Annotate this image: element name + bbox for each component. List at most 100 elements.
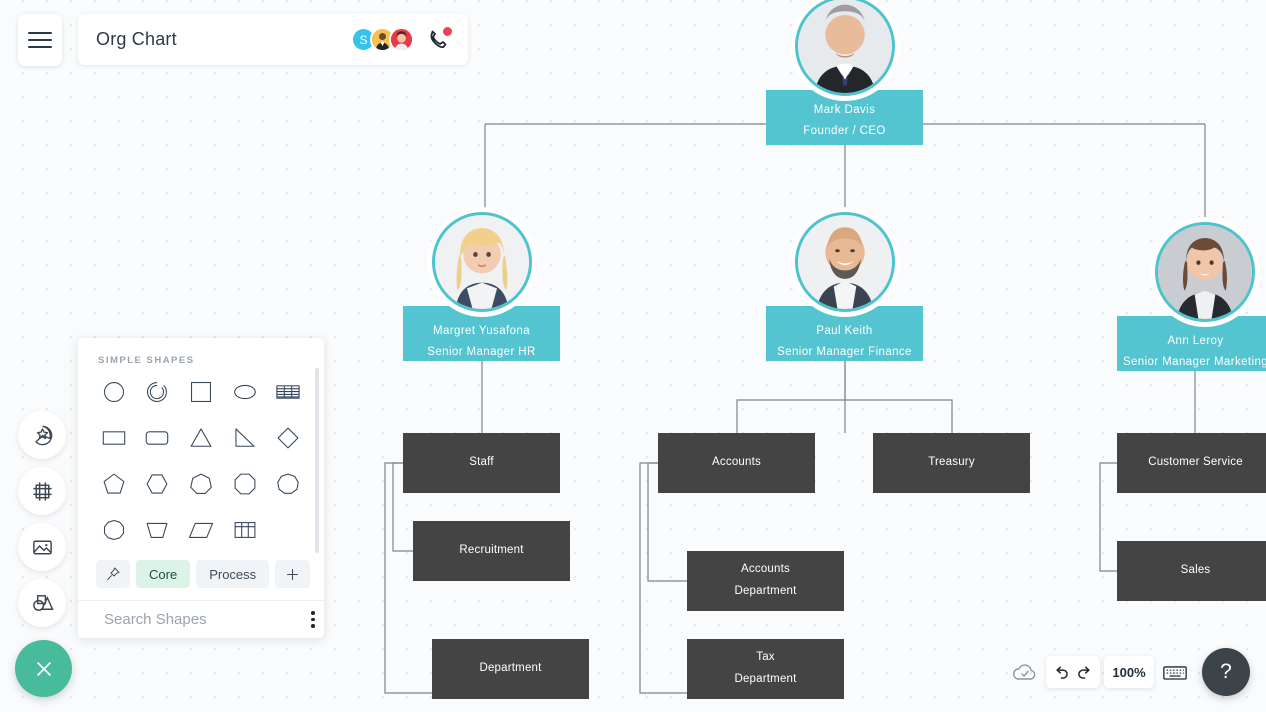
department-label: Staff (469, 456, 494, 469)
org-node-department[interactable]: Tax Department (687, 639, 844, 699)
shape-item-heptagon[interactable] (179, 464, 223, 504)
org-node-department[interactable]: Accounts (658, 433, 815, 493)
plus-icon (287, 568, 299, 580)
shape-item-circle[interactable] (92, 372, 136, 412)
department-sublabel: Department (734, 585, 797, 597)
pin-icon (107, 567, 120, 581)
shape-item-rounded-rectangle[interactable] (136, 418, 180, 458)
close-panel-button[interactable] (15, 640, 72, 697)
save-status-button[interactable] (1010, 658, 1040, 686)
org-node-department[interactable]: Customer Service (1117, 433, 1266, 493)
org-node-department[interactable]: Staff (403, 433, 560, 493)
keyboard-shortcuts-button[interactable] (1158, 658, 1192, 686)
avatar[interactable] (1155, 222, 1255, 322)
keyboard-icon (1163, 665, 1187, 680)
panel-scrollbar[interactable] (315, 368, 319, 553)
help-button[interactable]: ? (1202, 648, 1250, 696)
presence-avatars: S (351, 26, 452, 52)
shape-grid (78, 372, 324, 550)
shapes-panel: SIMPLE SHAPES Core Process Search Shapes (78, 338, 324, 638)
parallelogram-icon (188, 522, 214, 538)
sticker-star-icon (34, 425, 52, 445)
search-input[interactable] (104, 611, 303, 628)
help-label: ? (1220, 660, 1232, 683)
zoom-level[interactable]: 100% (1104, 656, 1154, 688)
avatar[interactable] (795, 212, 895, 312)
shape-item-arc[interactable] (136, 372, 180, 412)
redo-icon[interactable] (1075, 663, 1094, 682)
rectangle-icon (102, 431, 126, 445)
menu-button[interactable] (18, 14, 62, 66)
rounded-rectangle-icon (146, 431, 169, 445)
notification-dot (443, 26, 452, 36)
sidebar-item-frame[interactable] (18, 467, 66, 515)
frame-crop-icon (32, 481, 52, 501)
org-node-person[interactable]: Paul Keith Senior Manager Finance (766, 306, 923, 361)
department-label: Treasury (928, 456, 975, 469)
title-bar: Org Chart S (78, 14, 468, 65)
department-label: Recruitment (459, 544, 524, 557)
org-node-department[interactable]: Department (432, 639, 589, 699)
circle-icon (103, 381, 124, 403)
sidebar-item-image[interactable] (18, 523, 66, 571)
avatar[interactable] (795, 0, 895, 96)
org-node-department[interactable]: Treasury (873, 433, 1030, 493)
department-label: Department (479, 662, 542, 675)
department-label: Accounts (741, 563, 790, 576)
shape-item-hexagon[interactable] (136, 464, 180, 504)
org-node-department[interactable]: Accounts Department (687, 551, 844, 611)
avatar-photo-margret-yusafona (435, 215, 529, 309)
sidebar-item-stickers[interactable] (18, 411, 66, 459)
shape-item-nonagon[interactable] (266, 464, 310, 504)
right-triangle-icon (234, 428, 255, 447)
diagram-app-window: Mark Davis Founder / CEO Margret Yusafon… (0, 0, 1266, 712)
person-role: Senior Manager HR (427, 346, 536, 359)
diamond-icon (277, 427, 299, 449)
org-node-person[interactable]: Margret Yusafona Senior Manager HR (403, 306, 560, 361)
shape-item-diamond[interactable] (266, 418, 310, 458)
avatar-photo-ann-leroy (1158, 225, 1252, 319)
shape-item-triangle[interactable] (179, 418, 223, 458)
page-title[interactable]: Org Chart (96, 29, 177, 50)
shape-item-table-striped[interactable] (266, 372, 310, 412)
undo-icon[interactable] (1052, 663, 1071, 682)
person-name: Mark Davis (813, 104, 876, 116)
nonagon-icon (277, 473, 299, 494)
org-node-department[interactable]: Sales (1117, 541, 1266, 601)
department-sublabel: Department (734, 673, 797, 685)
pentagon-icon (103, 473, 125, 494)
shape-item-grid-table[interactable] (223, 510, 267, 550)
shape-item-pentagon[interactable] (92, 464, 136, 504)
trapezoid-icon (146, 522, 168, 538)
shape-item-square[interactable] (179, 372, 223, 412)
kebab-menu-icon[interactable] (303, 611, 315, 628)
avatar-photo-mark-davis (798, 0, 892, 93)
person-role: Senior Manager Finance (777, 346, 912, 359)
shape-item-octagon[interactable] (223, 464, 267, 504)
org-node-person[interactable]: Mark Davis Founder / CEO (766, 90, 923, 145)
shape-cell-empty (266, 510, 310, 550)
call-button[interactable] (426, 26, 452, 52)
tab-pinned[interactable] (96, 560, 130, 588)
shape-item-ellipse[interactable] (223, 372, 267, 412)
tab-add[interactable] (275, 560, 311, 588)
circle-small-icon (103, 519, 124, 541)
avatar[interactable] (432, 212, 532, 312)
org-node-person[interactable]: Ann Leroy Senior Manager Marketing (1117, 316, 1266, 371)
avatar[interactable] (389, 27, 414, 52)
tab-core[interactable]: Core (136, 560, 191, 588)
shape-item-circle-small[interactable] (92, 510, 136, 550)
shape-item-right-triangle[interactable] (223, 418, 267, 458)
shape-item-rectangle[interactable] (92, 418, 136, 458)
sidebar-item-shapes[interactable] (18, 579, 66, 627)
department-label: Sales (1180, 564, 1211, 577)
avatar-photo-paul-keith (798, 215, 892, 309)
shape-item-parallelogram[interactable] (179, 510, 223, 550)
person-role: Founder / CEO (803, 125, 886, 138)
shape-item-trapezoid[interactable] (136, 510, 180, 550)
tab-process[interactable]: Process (196, 560, 270, 588)
org-node-department[interactable]: Recruitment (413, 521, 570, 581)
ellipse-icon (233, 384, 256, 400)
undo-redo-group (1046, 656, 1100, 688)
shapes-panel-title: SIMPLE SHAPES (98, 355, 195, 366)
